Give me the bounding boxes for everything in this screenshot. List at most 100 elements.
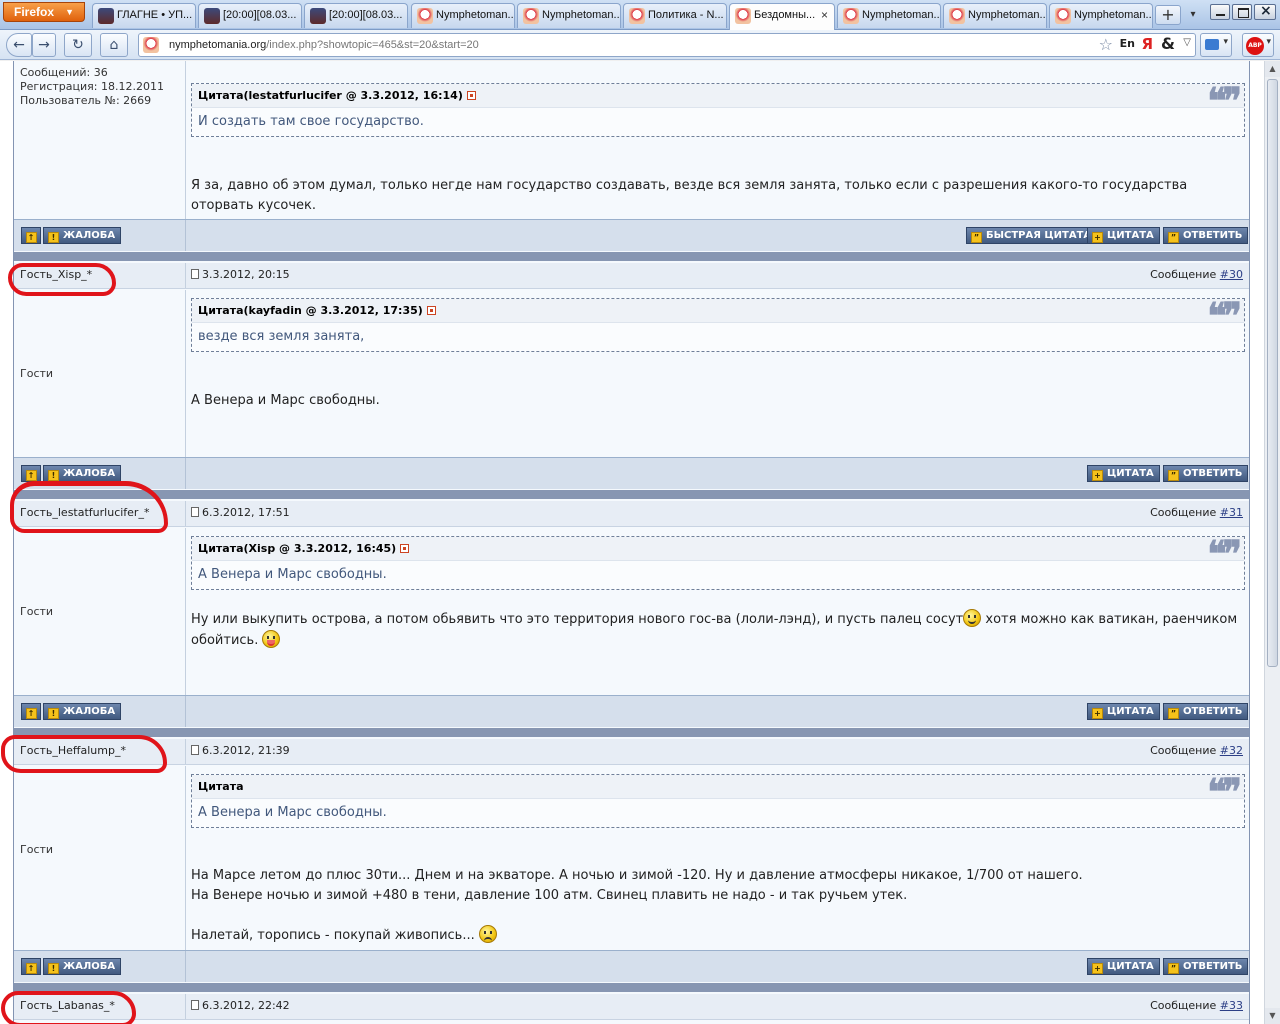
tab-7-active[interactable]: Бездомны... ×: [729, 3, 835, 30]
forward-arrow-icon[interactable]: →: [32, 33, 56, 57]
post-message: На Марсе летом до плюс 30ти... Днем и на…: [191, 866, 1241, 946]
post-number: Сообщение #32: [1150, 744, 1243, 757]
scroll-top-button[interactable]: ↑: [21, 465, 41, 482]
quote-button[interactable]: + ЦИТАТА: [1087, 703, 1160, 720]
reply-label: ОТВЕТИТЬ: [1183, 230, 1243, 241]
back-arrow-icon[interactable]: ←: [6, 33, 32, 57]
author-info: Сообщений: 36 Регистрация: 18.12.2011 По…: [20, 66, 164, 108]
post-header-32: Гость_Heffalump_* 6.3.2012, 21:39 Сообще…: [14, 739, 1249, 765]
scroll-top-button[interactable]: ↑: [21, 703, 41, 720]
post-author-name[interactable]: Гость_Xisp_*: [20, 268, 92, 281]
quote-button[interactable]: + ЦИТАТА: [1087, 958, 1160, 975]
report-button[interactable]: ! ЖАЛОБА: [43, 465, 122, 482]
tab-1[interactable]: ГЛАГНЕ • УП...: [92, 3, 196, 28]
tab-2[interactable]: [20:00][08.03...: [198, 3, 302, 28]
post-number: Сообщение #33: [1150, 999, 1243, 1012]
tab-label: Nymphetoman...: [436, 9, 515, 21]
post-separator: [14, 728, 1249, 737]
reply-label: ОТВЕТИТЬ: [1183, 961, 1243, 972]
scrollbar-thumb[interactable]: [1267, 79, 1278, 667]
plus-icon: +: [1092, 470, 1103, 481]
author-group: Гости: [20, 605, 54, 618]
report-button[interactable]: ! ЖАЛОБА: [43, 958, 122, 975]
smiley-icon: [963, 609, 982, 627]
reply-label: ОТВЕТИТЬ: [1183, 706, 1243, 717]
reply-button[interactable]: ” ОТВЕТИТЬ: [1163, 227, 1249, 244]
tongue-smiley-icon: [262, 630, 281, 648]
tab-favicon-icon: [310, 8, 326, 24]
post-header-33: Гость_Labanas_* 6.3.2012, 22:42 Сообщени…: [14, 994, 1249, 1020]
reply-label: ОТВЕТИТЬ: [1183, 468, 1243, 479]
language-indicator[interactable]: En: [1120, 37, 1135, 50]
post-author-name[interactable]: Гость_Heffalump_*: [20, 744, 126, 757]
home-icon[interactable]: ⌂: [100, 33, 128, 57]
scroll-top-button[interactable]: ↑: [21, 227, 41, 244]
minimize-window-icon[interactable]: [1210, 4, 1230, 20]
quote-link-icon[interactable]: [400, 544, 410, 553]
maximize-window-icon[interactable]: [1232, 4, 1252, 20]
post-separator: [14, 252, 1249, 261]
quote-button[interactable]: + ЦИТАТА: [1087, 465, 1160, 482]
url-bar[interactable]: nymphetomania.org/index.php?showtopic=46…: [138, 33, 1196, 57]
url-text[interactable]: nymphetomania.org/index.php?showtopic=46…: [169, 34, 479, 56]
mail-addon-icon[interactable]: [1200, 33, 1232, 57]
fast-quote-button[interactable]: ” БЫСТРАЯ ЦИТАТА: [966, 227, 1098, 244]
quote-header: Цитата(lestatfurlucifer @ 3.3.2012, 16:1…: [192, 83, 1244, 119]
tab-label: Бездомны...: [754, 9, 816, 21]
reply-button[interactable]: ” ОТВЕТИТЬ: [1163, 703, 1249, 720]
reply-button[interactable]: ” ОТВЕТИТЬ: [1163, 465, 1249, 482]
quote-button[interactable]: + ЦИТАТА: [1087, 227, 1160, 244]
tab-10[interactable]: Nymphetoman...: [1049, 3, 1153, 28]
tab-8[interactable]: Nymphetoman...: [837, 3, 941, 28]
post-number: Сообщение #30: [1150, 268, 1243, 281]
scroll-down-arrow-icon[interactable]: ▼: [1265, 1008, 1280, 1024]
bookmark-star-icon[interactable]: ☆: [1099, 35, 1113, 54]
adblock-plus-icon[interactable]: ABP ▾: [1242, 33, 1274, 57]
close-window-icon[interactable]: [1254, 3, 1276, 20]
post-number-link[interactable]: #31: [1220, 506, 1243, 519]
quote-link-icon[interactable]: [426, 306, 436, 315]
tab-4[interactable]: Nymphetoman...: [411, 3, 515, 28]
quote-label: ЦИТАТА: [1107, 468, 1154, 479]
reload-icon[interactable]: ↻: [64, 33, 92, 57]
post-author-name[interactable]: Гость_lestatfurlucifer_*: [20, 506, 149, 519]
report-button[interactable]: ! ЖАЛОБА: [43, 227, 122, 244]
tab-list-chevron-icon[interactable]: ▾: [1184, 5, 1202, 25]
close-icon[interactable]: ×: [821, 4, 828, 27]
url-dropdown-chevron-icon[interactable]: ▽: [1183, 37, 1191, 48]
post-date-text: 6.3.2012, 21:39: [202, 744, 290, 757]
vertical-scrollbar[interactable]: ▲ ▼: [1264, 61, 1280, 1024]
url-host: nymphetomania.org: [169, 39, 267, 51]
scroll-up-arrow-icon[interactable]: ▲: [1265, 61, 1280, 77]
post-author-name[interactable]: Гость_Labanas_*: [20, 999, 115, 1012]
tab-3[interactable]: [20:00][08.03...: [304, 3, 408, 28]
post-number-link[interactable]: #33: [1220, 999, 1243, 1012]
new-tab-plus-icon[interactable]: +: [1155, 5, 1181, 25]
reply-button[interactable]: ” ОТВЕТИТЬ: [1163, 958, 1249, 975]
tab-favicon-icon: [843, 8, 859, 24]
post-header-30: Гость_Xisp_* 3.3.2012, 20:15 Сообщение #…: [14, 263, 1249, 289]
scroll-top-button[interactable]: ↑: [21, 958, 41, 975]
report-button[interactable]: ! ЖАЛОБА: [43, 703, 122, 720]
exclamation-icon: !: [48, 708, 59, 719]
post-date-text: 6.3.2012, 17:51: [202, 506, 290, 519]
ampersand-addon-icon[interactable]: &: [1161, 34, 1175, 53]
document-icon: [191, 745, 199, 755]
tab-9[interactable]: Nymphetoman...: [943, 3, 1047, 28]
quote-block: Цитата ❝❞ А Венера и Марс свободны.: [191, 774, 1245, 828]
post-number-link[interactable]: #30: [1220, 268, 1243, 281]
message-line: обойтись.: [191, 633, 263, 648]
yandex-icon[interactable]: Я: [1141, 35, 1153, 53]
post-number-link[interactable]: #32: [1220, 744, 1243, 757]
quote-link-icon[interactable]: [466, 91, 476, 100]
arrow-up-icon: ↑: [25, 470, 37, 481]
tab-label: [20:00][08.03...: [329, 9, 403, 21]
tab-6[interactable]: Политика - N...: [623, 3, 727, 28]
tab-5[interactable]: Nymphetoman...: [517, 3, 621, 28]
post-action-bar: ↑ ! ЖАЛОБА + ЦИТАТА ” ОТВЕТИТЬ: [14, 457, 1249, 489]
post-body-30: Гости Цитата(kayfadin @ 3.3.2012, 17:35)…: [14, 290, 1249, 457]
quote-source: Цитата(kayfadin @ 3.3.2012, 17:35): [198, 304, 423, 317]
page-viewport: Сообщений: 36 Регистрация: 18.12.2011 По…: [0, 61, 1264, 1024]
firefox-menu-button[interactable]: Firefox ▼: [3, 2, 85, 22]
